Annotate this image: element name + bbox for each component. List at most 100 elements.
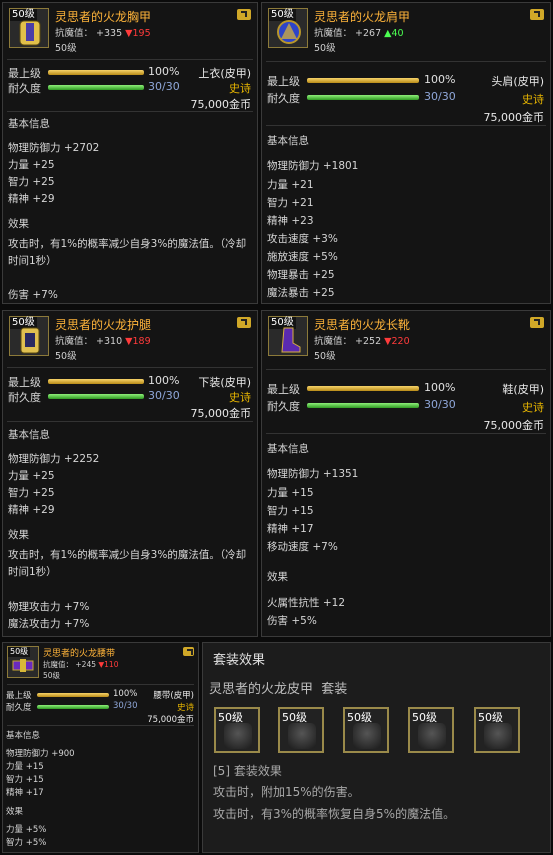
resist-label: 抗魔值：	[55, 336, 94, 347]
durability-label: 耐久度	[6, 703, 32, 713]
durability-value: 30/30	[148, 80, 180, 93]
stat-line: 魔法暴击 +25	[267, 287, 335, 299]
grade-label: 最上级	[6, 691, 32, 701]
belt-icon	[353, 723, 381, 749]
basic-info-title: 基本信息	[267, 135, 309, 147]
item-level: 50级	[314, 43, 336, 54]
effect-title: 效果	[8, 529, 29, 541]
slot-type: 下装(皮甲)	[198, 376, 251, 389]
rarity: 史诗	[229, 82, 251, 95]
effect-description: 攻击时，有1%的概率减少自身3%的魔法值。（冷却时间1秒）	[8, 549, 247, 578]
slot-type: 腰带(皮甲)	[153, 691, 194, 701]
rarity: 史诗	[229, 391, 251, 404]
stat-line: 精神 +29	[8, 504, 55, 516]
stat-line: 智力 +21	[267, 197, 314, 209]
set-piece-boots-slot[interactable]: 50级	[474, 707, 520, 753]
set-effect-panel: 套装效果 灵思者的火龙皮甲 套装 50级 50级 50级 50级 50级 [5]…	[202, 642, 551, 853]
stat-line: 移动速度 +7%	[267, 541, 338, 553]
set-piece-belt-slot[interactable]: 50级	[343, 707, 389, 753]
resist-line: 抗魔值： +245 ▼110	[43, 659, 118, 670]
stat-line: 力量 +25	[8, 470, 55, 482]
set-bonus-line: 攻击时，有3%的概率恢复自身5%的魔法值。	[213, 807, 456, 821]
resist-value: +245	[75, 660, 96, 669]
leg-armor-icon	[418, 723, 446, 749]
effect-description: 攻击时，有1%的概率减少自身3%的魔法值。（冷却时间1秒）	[8, 238, 247, 267]
belt-icon[interactable]: 50级	[7, 646, 39, 678]
resist-value: +267	[355, 28, 382, 39]
divider	[7, 111, 253, 112]
stat-line: 精神 +23	[267, 215, 314, 227]
durability-bar	[48, 394, 144, 399]
link-icon[interactable]	[237, 9, 251, 20]
grade-label: 最上级	[267, 75, 300, 88]
set-piece-shoulder-slot[interactable]: 50级	[278, 707, 324, 753]
set-bonus-line: 攻击时，附加15%的伤害。	[213, 785, 360, 799]
divider	[7, 725, 194, 726]
effect-title: 效果	[6, 807, 24, 817]
resist-line: 抗魔值： +252 ▼220	[314, 333, 410, 347]
item-level: 50级	[55, 43, 77, 54]
basic-info-title: 基本信息	[8, 118, 50, 130]
divider	[266, 369, 546, 370]
leg-armor-icon[interactable]: 50级	[9, 316, 49, 356]
price: 75,000金币	[190, 407, 252, 420]
grade-percent: 100%	[424, 73, 456, 86]
grade-percent: 100%	[148, 374, 180, 387]
divider	[266, 433, 546, 434]
price: 75,000金币	[190, 98, 252, 111]
set-name: 灵思者的火龙皮甲 套装	[209, 682, 348, 697]
link-icon[interactable]	[183, 647, 194, 656]
stat-line: 精神 +17	[267, 523, 314, 535]
grade-bar	[48, 379, 144, 384]
stat-line: 物理防御力 +900	[6, 749, 75, 759]
resist-value: +310	[96, 336, 123, 347]
link-icon[interactable]	[530, 317, 544, 328]
stat-line: 智力 +15	[267, 505, 314, 517]
stat-line: 攻击速度 +3%	[267, 233, 338, 245]
set-piece-legs-slot[interactable]: 50级	[408, 707, 454, 753]
effect-stat: 伤害 +7%	[8, 289, 58, 301]
price: 75,000金币	[483, 419, 545, 432]
stat-line: 智力 +25	[8, 176, 55, 188]
item-level: 50级	[55, 351, 77, 362]
rarity: 史诗	[522, 93, 544, 106]
resist-diff: ▼220	[384, 336, 410, 347]
shoulder-armor-icon[interactable]: 50级	[268, 8, 308, 48]
link-icon[interactable]	[530, 9, 544, 20]
divider	[7, 684, 194, 685]
resist-diff: ▼110	[98, 660, 119, 669]
durability-value: 30/30	[424, 90, 456, 103]
set-piece-chest-slot[interactable]: 50级	[214, 707, 260, 753]
stat-line: 物理防御力 +2252	[8, 453, 100, 465]
grade-percent: 100%	[148, 65, 180, 78]
boots-icon[interactable]: 50级	[268, 316, 308, 356]
stat-line: 力量 +15	[6, 762, 44, 772]
resist-label: 抗魔值：	[314, 28, 353, 39]
stat-line: 物理防御力 +1801	[267, 160, 359, 172]
durability-label: 耐久度	[267, 92, 300, 105]
rarity: 史诗	[176, 703, 194, 713]
resist-value: +335	[96, 28, 123, 39]
link-icon[interactable]	[237, 317, 251, 328]
durability-bar	[307, 95, 419, 100]
slot-type: 上衣(皮甲)	[198, 67, 251, 80]
item-tooltip-chest: 50级 灵思者的火龙胸甲 抗魔值： +335 ▼195 50级 最上级 100%…	[2, 2, 258, 304]
resist-line: 抗魔值： +310 ▼189	[55, 333, 151, 347]
leg-armor-icon-graphic	[20, 327, 40, 354]
resist-label: 抗魔值：	[55, 28, 94, 39]
basic-info-title: 基本信息	[267, 443, 309, 455]
divider	[7, 421, 253, 422]
item-tooltip-belt: 50级 灵思者的火龙腰带 抗魔值： +245 ▼110 50级 最上级 100%…	[2, 642, 199, 853]
grade-label: 最上级	[267, 383, 300, 396]
grade-bar	[307, 386, 419, 391]
resist-diff: ▲40	[384, 28, 404, 39]
grade-bar	[37, 693, 109, 697]
stat-line: 智力 +25	[8, 487, 55, 499]
effect-title: 效果	[267, 571, 288, 583]
resist-diff: ▼189	[125, 336, 151, 347]
resist-line: 抗魔值： +267 ▲40	[314, 25, 404, 39]
item-name: 灵思者的火龙胸甲	[55, 10, 152, 24]
item-name: 灵思者的火龙肩甲	[314, 10, 411, 24]
chest-armor-icon[interactable]: 50级	[9, 8, 49, 48]
resist-label: 抗魔值：	[314, 336, 353, 347]
